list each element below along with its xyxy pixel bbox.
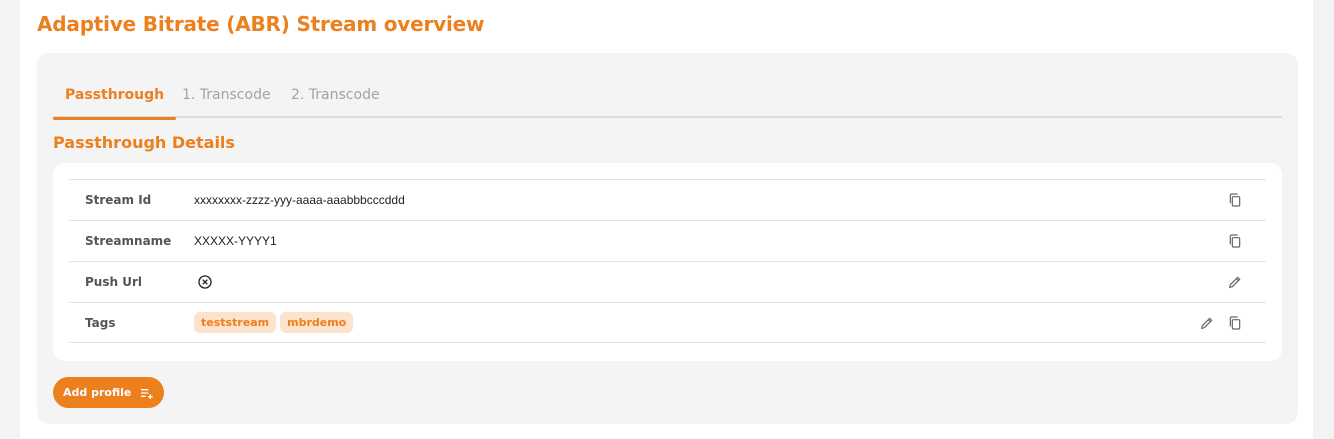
- tab-transcode-2[interactable]: 2. Transcode: [279, 79, 392, 118]
- copy-icon[interactable]: [1226, 314, 1244, 332]
- push-url-value: [194, 273, 1226, 291]
- copy-icon[interactable]: [1226, 191, 1244, 209]
- add-profile-label: Add profile: [63, 386, 132, 399]
- stream-id-value: xxxxxxxx-zzzz-yyy-aaaa-aaabbbcccddd: [194, 193, 405, 207]
- stream-id-label: Stream Id: [85, 193, 152, 207]
- tab-bar: Passthrough 1. Transcode 2. Transcode: [53, 79, 1282, 120]
- tab-passthrough[interactable]: Passthrough: [53, 79, 177, 120]
- page-title: Adaptive Bitrate (ABR) Stream overview: [37, 12, 485, 36]
- row-stream-id: Stream Id xxxxxxxx-zzzz-yyy-aaaa-aaabbbc…: [69, 179, 1266, 220]
- tab-transcode-1[interactable]: 1. Transcode: [170, 79, 283, 118]
- page: Adaptive Bitrate (ABR) Stream overview P…: [20, 0, 1313, 439]
- row-push-url: Push Url: [69, 261, 1266, 302]
- add-profile-button[interactable]: Add profile: [53, 377, 165, 408]
- row-streamname: Streamname XXXXX-YYYY1: [69, 220, 1266, 261]
- stream-card: Passthrough 1. Transcode 2. Transcode Pa…: [37, 53, 1298, 424]
- row-tags: Tags teststream mbrdemo: [69, 302, 1266, 343]
- tags-value: teststream mbrdemo: [194, 312, 1198, 333]
- copy-icon[interactable]: [1226, 232, 1244, 250]
- tag-chip: mbrdemo: [280, 312, 354, 333]
- tags-label: Tags: [85, 315, 116, 330]
- pencil-icon[interactable]: [1226, 273, 1244, 291]
- section-title: Passthrough Details: [53, 133, 235, 152]
- pencil-icon[interactable]: [1198, 314, 1216, 332]
- details-panel: Stream Id xxxxxxxx-zzzz-yyy-aaaa-aaabbbc…: [53, 163, 1282, 361]
- push-url-label: Push Url: [85, 275, 142, 289]
- playlist-add-icon: [139, 385, 155, 401]
- circle-x-icon: [196, 273, 214, 291]
- streamname-value: XXXXX-YYYY1: [194, 234, 277, 248]
- streamname-label: Streamname: [85, 234, 172, 248]
- tag-chip: teststream: [194, 312, 277, 333]
